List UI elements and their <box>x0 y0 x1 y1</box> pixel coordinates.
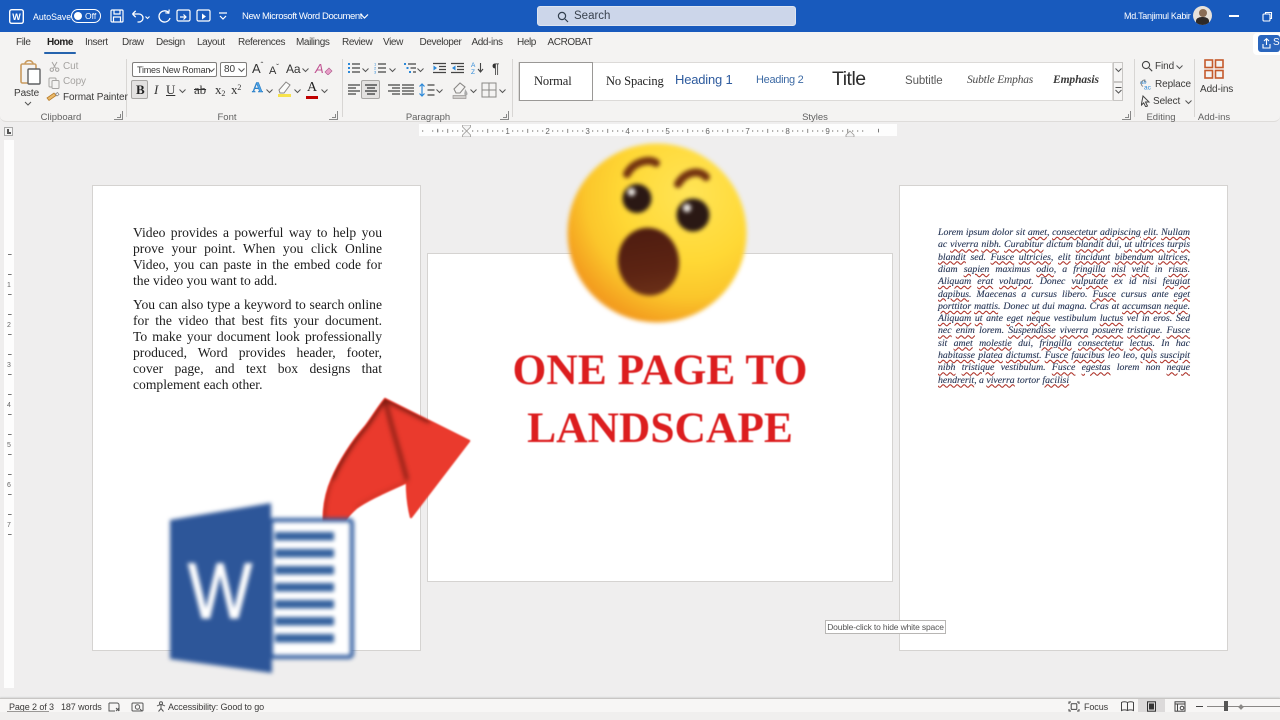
svg-text:A: A <box>471 62 476 69</box>
svg-text:3: 3 <box>7 362 11 369</box>
svg-text:Z: Z <box>471 69 475 75</box>
svg-text:1: 1 <box>505 127 510 136</box>
svg-text:5: 5 <box>7 442 11 449</box>
svg-text:ac: ac <box>1144 85 1152 91</box>
svg-text:3: 3 <box>374 70 377 74</box>
svg-text:2: 2 <box>545 127 550 136</box>
svg-text:6: 6 <box>7 482 11 489</box>
svg-text:7: 7 <box>7 522 11 529</box>
svg-text:1: 1 <box>7 282 11 289</box>
svg-text:4: 4 <box>7 402 11 409</box>
svg-text:8: 8 <box>785 127 790 136</box>
svg-text:9: 9 <box>825 127 830 136</box>
svg-text:2: 2 <box>7 322 11 329</box>
svg-text:W: W <box>188 546 252 635</box>
svg-text:W: W <box>12 12 21 22</box>
